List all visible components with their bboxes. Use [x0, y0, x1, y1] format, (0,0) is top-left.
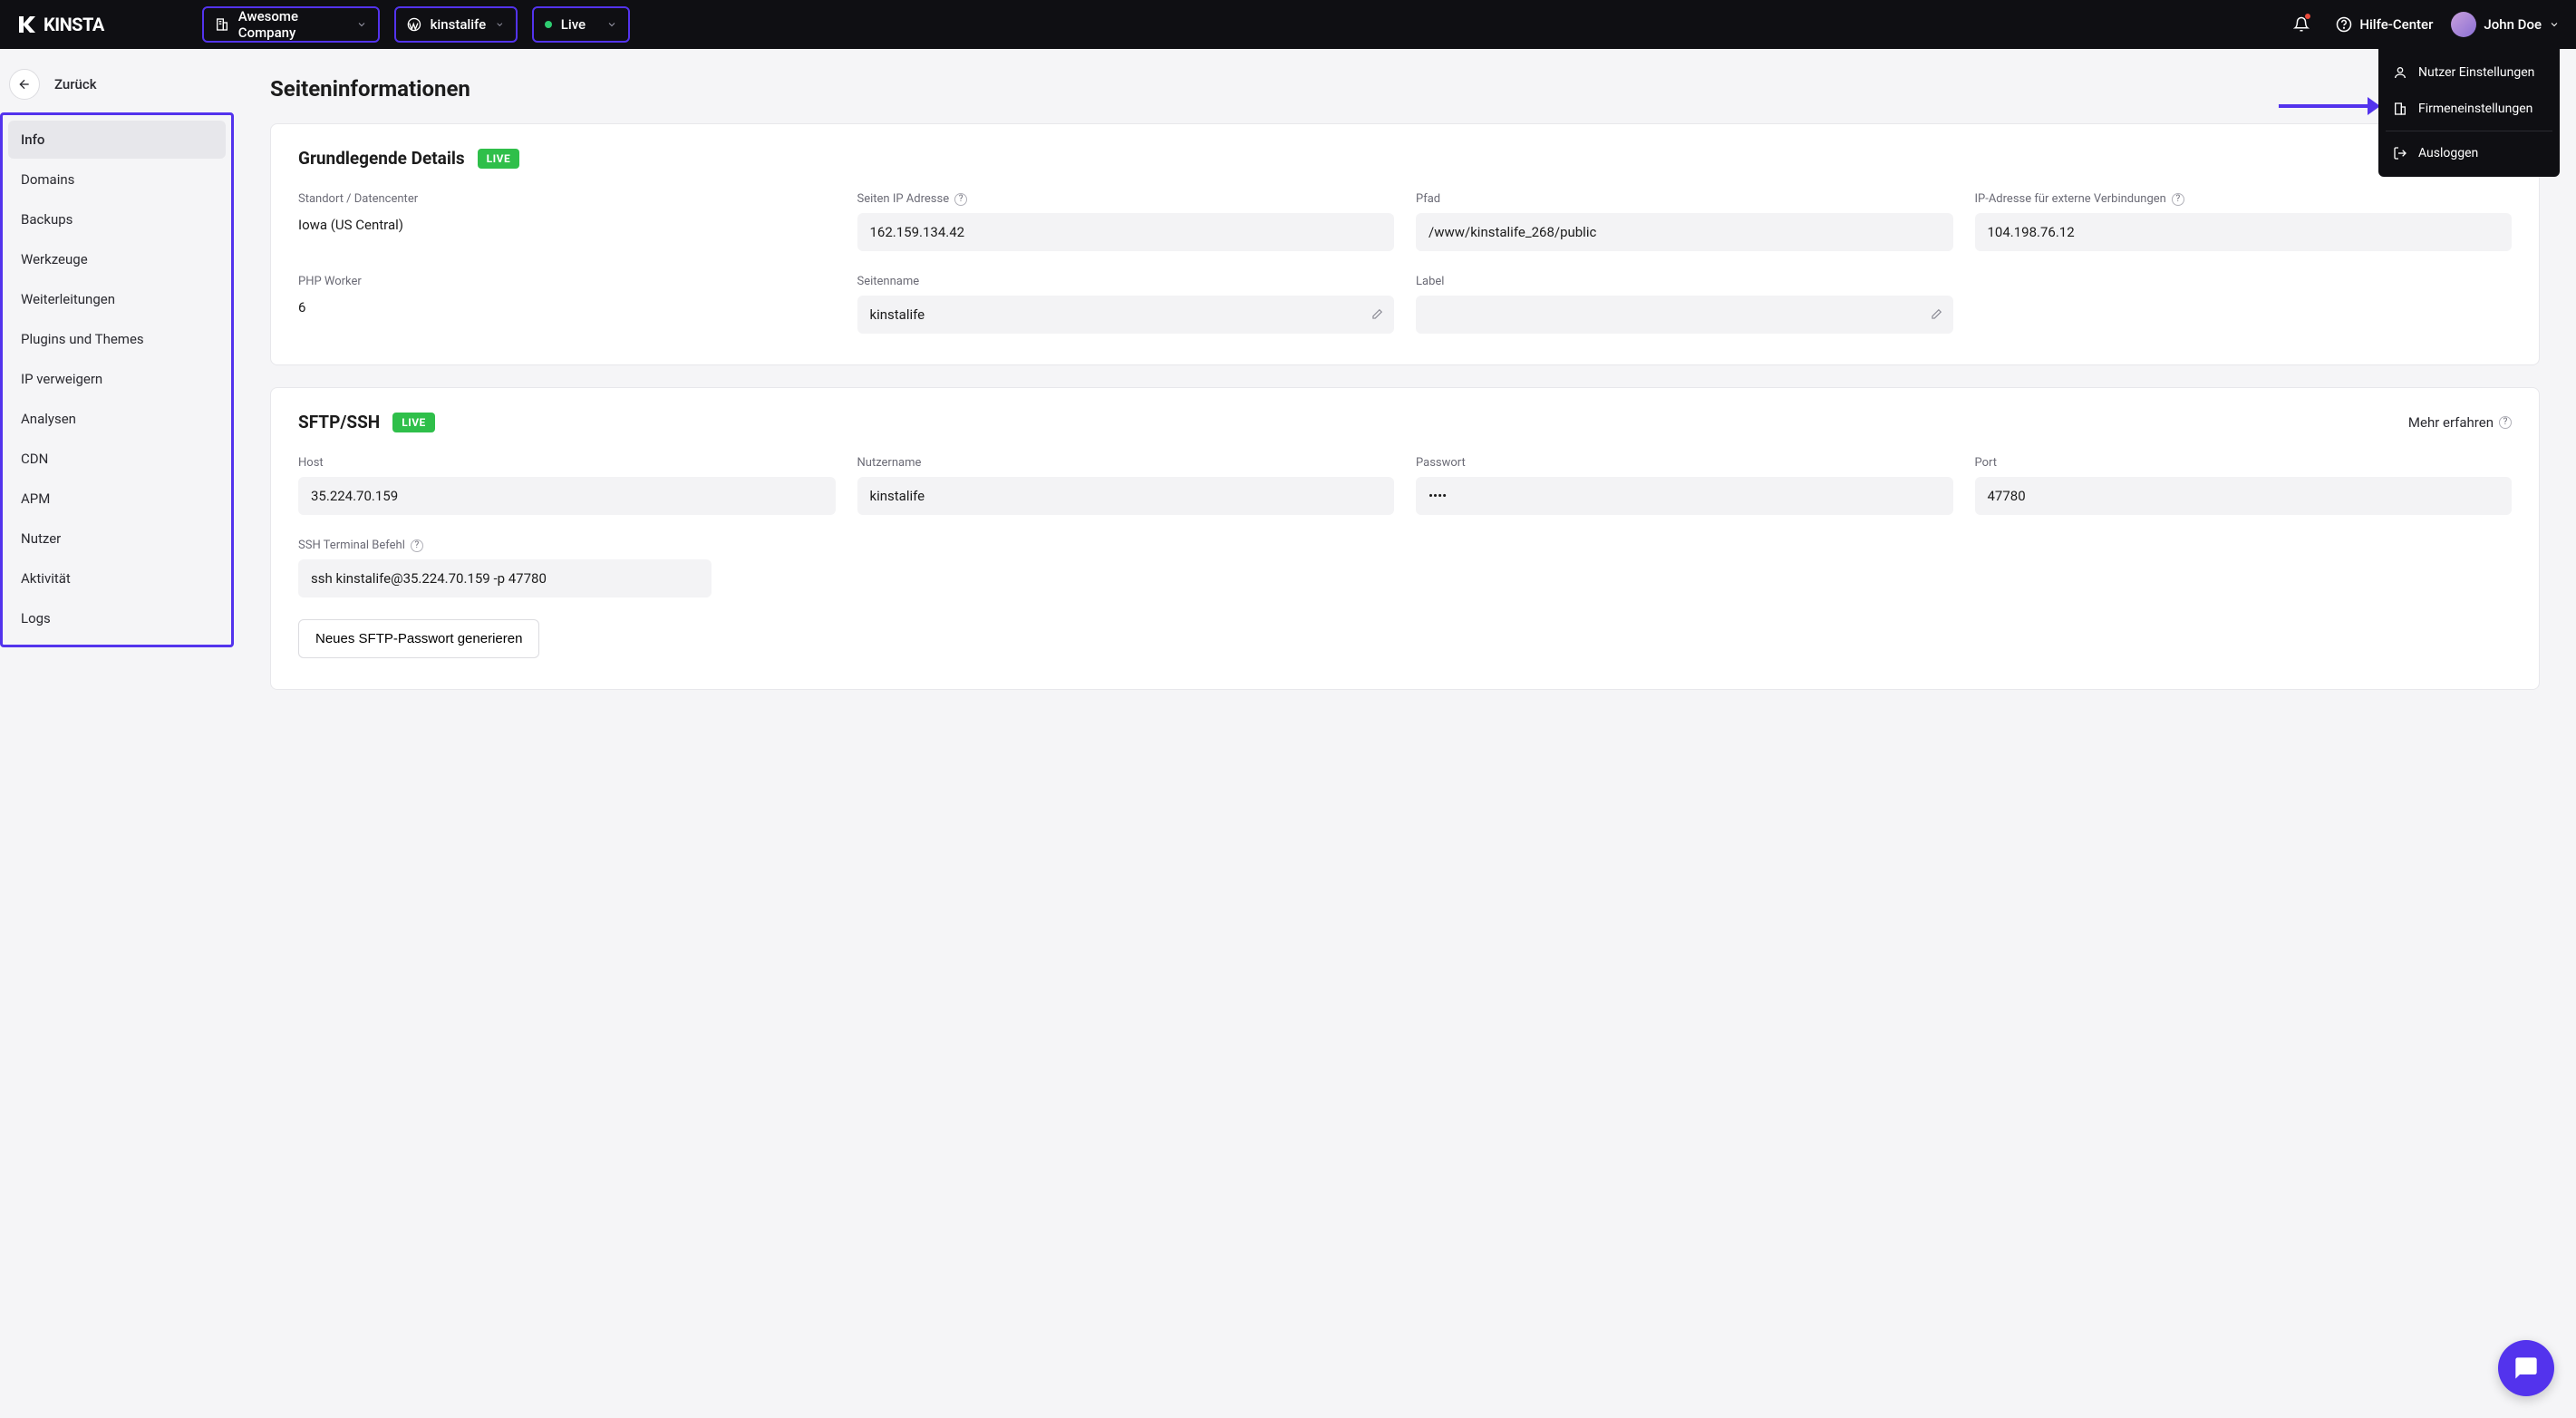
- ext-ip-label: IP-Adresse für externe Verbindungen ?: [1975, 192, 2513, 206]
- password-value[interactable]: ••••: [1416, 477, 1953, 515]
- live-badge: LIVE: [392, 413, 435, 432]
- password-label: Passwort: [1416, 456, 1953, 470]
- dropdown-logout[interactable]: Ausloggen: [2378, 135, 2560, 171]
- help-icon[interactable]: ?: [2172, 193, 2184, 206]
- nav-logs[interactable]: Logs: [8, 599, 226, 637]
- php-worker-value: 6: [298, 296, 836, 316]
- port-label: Port: [1975, 456, 2513, 470]
- sitename-value[interactable]: kinstalife: [857, 296, 1395, 334]
- back-row: Zurück: [0, 56, 234, 112]
- pencil-icon[interactable]: [1370, 308, 1383, 321]
- logo[interactable]: KINSTA: [16, 14, 104, 35]
- ext-ip-value[interactable]: 104.198.76.12: [1975, 213, 2513, 251]
- site-selector[interactable]: kinstalife: [394, 6, 518, 43]
- nav-plugins-themes[interactable]: Plugins und Themes: [8, 320, 226, 358]
- ssh-cmd-value[interactable]: ssh kinstalife@35.224.70.159 -p 47780: [298, 559, 712, 597]
- chevron-down-icon: [2549, 19, 2560, 30]
- host-label: Host: [298, 456, 836, 470]
- building-icon: [215, 17, 229, 32]
- chat-fab[interactable]: [2498, 1340, 2554, 1396]
- nav-redirects[interactable]: Weiterleitungen: [8, 280, 226, 318]
- sftp-heading: SFTP/SSH: [298, 412, 380, 432]
- site-ip-value[interactable]: 162.159.134.42: [857, 213, 1395, 251]
- site-name: kinstalife: [431, 16, 487, 33]
- env-name: Live: [561, 16, 597, 33]
- host-value[interactable]: 35.224.70.159: [298, 477, 836, 515]
- sidebar-nav: Info Domains Backups Werkzeuge Weiterlei…: [0, 112, 234, 647]
- sitename-label: Seitenname: [857, 275, 1395, 288]
- wordpress-icon: [407, 16, 421, 33]
- ssh-cmd-label: SSH Terminal Befehl ?: [298, 539, 2512, 552]
- dropdown-company-settings[interactable]: Firmeneinstellungen: [2378, 91, 2560, 127]
- nav-activity[interactable]: Aktivität: [8, 559, 226, 597]
- location-value: Iowa (US Central): [298, 213, 836, 233]
- chevron-down-icon: [356, 19, 367, 30]
- user-menu[interactable]: John Doe: [2451, 12, 2560, 37]
- environment-selector[interactable]: Live: [532, 6, 630, 43]
- nav-users[interactable]: Nutzer: [8, 520, 226, 558]
- nav-info[interactable]: Info: [8, 121, 226, 159]
- company-name: Awesome Company: [238, 8, 347, 41]
- help-circle-icon: [2336, 16, 2352, 33]
- logout-icon: [2393, 146, 2407, 160]
- back-button[interactable]: [9, 69, 40, 100]
- nav-tools[interactable]: Werkzeuge: [8, 240, 226, 278]
- nav-apm[interactable]: APM: [8, 480, 226, 518]
- help-icon: ?: [2499, 416, 2512, 429]
- user-dropdown: Nutzer Einstellungen Firmeneinstellungen…: [2378, 49, 2560, 177]
- php-worker-label: PHP Worker: [298, 275, 836, 288]
- nav-analytics[interactable]: Analysen: [8, 400, 226, 438]
- page-title: Seiteninformationen: [270, 76, 2540, 102]
- nav-cdn[interactable]: CDN: [8, 440, 226, 478]
- help-icon[interactable]: ?: [954, 193, 967, 206]
- company-selector[interactable]: Awesome Company: [202, 6, 380, 43]
- chat-icon: [2513, 1355, 2539, 1381]
- dropdown-user-settings[interactable]: Nutzer Einstellungen: [2378, 54, 2560, 91]
- kinsta-logo-icon: [16, 14, 38, 35]
- status-dot-icon: [545, 21, 552, 28]
- help-center-link[interactable]: Hilfe-Center: [2336, 16, 2433, 33]
- learn-more-link[interactable]: Mehr erfahren ?: [2408, 414, 2512, 431]
- arrow-left-icon: [17, 77, 32, 92]
- basic-details-card: Grundlegende Details LIVE Standort / Dat…: [270, 123, 2540, 365]
- username-value[interactable]: kinstalife: [857, 477, 1395, 515]
- annotation-arrow: [2279, 100, 2380, 112]
- help-icon[interactable]: ?: [411, 539, 423, 552]
- label-label: Label: [1416, 275, 1953, 288]
- location-label: Standort / Datencenter: [298, 192, 836, 206]
- path-value[interactable]: /www/kinstalife_268/public: [1416, 213, 1953, 251]
- basic-heading: Grundlegende Details: [298, 148, 465, 169]
- avatar: [2451, 12, 2476, 37]
- user-icon: [2393, 65, 2407, 80]
- sftp-card: SFTP/SSH LIVE Mehr erfahren ? Host 35.22…: [270, 387, 2540, 690]
- notifications-button[interactable]: [2285, 8, 2318, 41]
- notification-badge: [2305, 14, 2310, 19]
- live-badge: LIVE: [478, 149, 520, 169]
- nav-backups[interactable]: Backups: [8, 200, 226, 238]
- generate-sftp-password-button[interactable]: Neues SFTP-Passwort generieren: [298, 619, 539, 658]
- nav-domains[interactable]: Domains: [8, 160, 226, 199]
- chevron-down-icon: [606, 19, 617, 30]
- chevron-down-icon: [495, 19, 505, 30]
- path-label: Pfad: [1416, 192, 1953, 206]
- top-header: KINSTA Awesome Company kinstalife Live H…: [0, 0, 2576, 49]
- username-label: Nutzername: [857, 456, 1395, 470]
- user-name: John Doe: [2484, 16, 2542, 33]
- nav-ip-deny[interactable]: IP verweigern: [8, 360, 226, 398]
- logo-text: KINSTA: [44, 14, 104, 35]
- label-value[interactable]: [1416, 296, 1953, 334]
- port-value[interactable]: 47780: [1975, 477, 2513, 515]
- site-ip-label: Seiten IP Adresse ?: [857, 192, 1395, 206]
- pencil-icon[interactable]: [1930, 308, 1942, 321]
- help-center-label: Hilfe-Center: [2359, 16, 2433, 33]
- back-label: Zurück: [54, 76, 97, 92]
- building-icon: [2393, 102, 2407, 116]
